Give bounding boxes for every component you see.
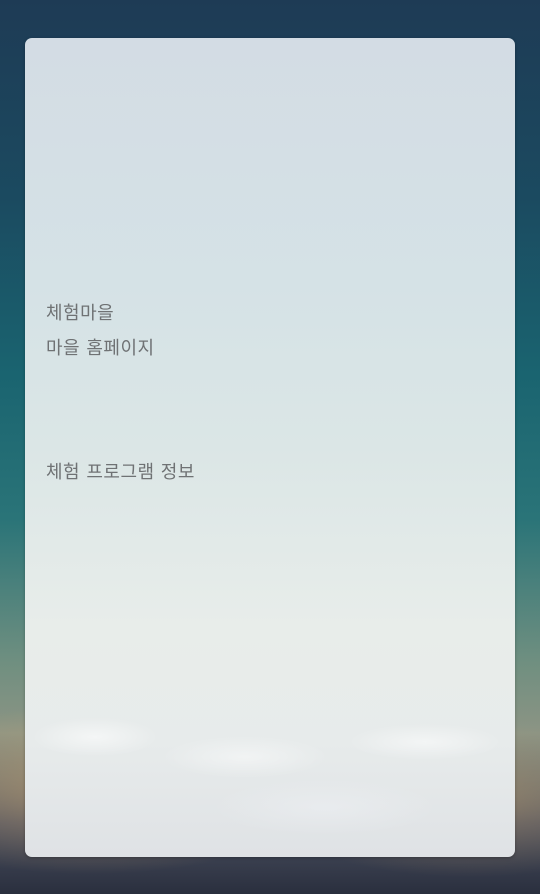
village-type-label: 체험마을 — [46, 303, 115, 324]
village-homepage-link[interactable]: 마을 홈페이지 — [46, 340, 155, 358]
experience-program-info-link[interactable]: 체험 프로그램 정보 — [46, 464, 195, 482]
info-card: 체험마을 마을 홈페이지 체험 프로그램 정보 — [25, 38, 515, 857]
cloud-background — [25, 697, 515, 857]
